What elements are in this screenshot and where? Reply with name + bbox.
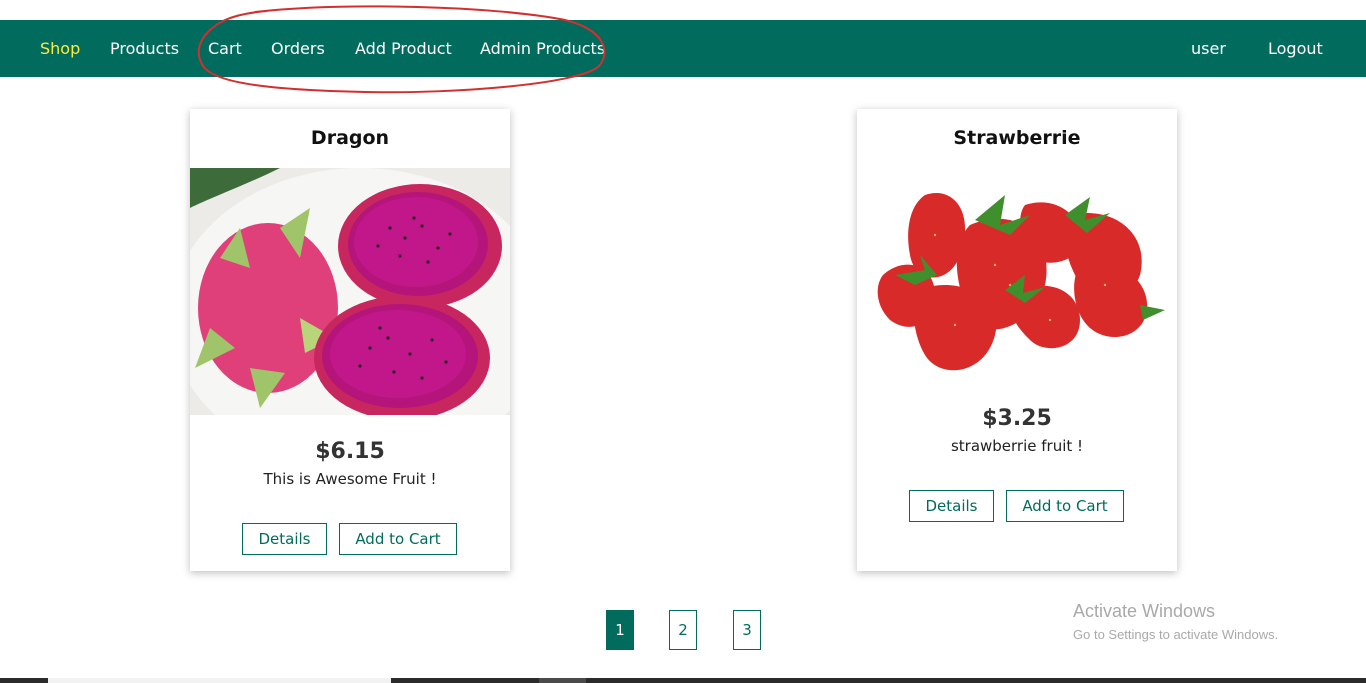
product-card-strawberrie: Strawberrie $3.25 strawberrie fruit ! De… [857,109,1177,571]
product-title: Strawberrie [953,127,1081,149]
product-description: strawberrie fruit ! [950,437,1084,455]
top-strip [0,0,1366,20]
product-price: $6.15 [315,439,385,464]
nav-shop[interactable]: Shop [40,20,80,77]
page-3-button[interactable]: 3 [733,610,761,650]
nav-orders[interactable]: Orders [271,20,325,77]
product-description: This is Awesome Fruit ! [263,470,437,488]
page-1-button[interactable]: 1 [606,610,634,650]
product-card-dragon: Dragon $6.15 This is Awesome Fruit ! Det… [190,109,510,571]
main-navbar: Shop Products Cart Orders Add Product Ad… [0,20,1366,77]
product-title: Dragon [310,127,390,149]
nav-products[interactable]: Products [110,20,179,77]
details-button[interactable]: Details [909,490,994,522]
page-2-button[interactable]: 2 [669,610,697,650]
activation-watermark-title: Activate Windows [1073,601,1216,621]
details-button[interactable]: Details [242,523,327,555]
product-price: $3.25 [982,406,1052,431]
strawberry-image [875,175,1170,381]
nav-add-product[interactable]: Add Product [355,20,452,77]
nav-cart[interactable]: Cart [208,20,242,77]
dragon-fruit-image [190,168,510,415]
taskbar-segment [539,678,586,683]
taskbar-segment [48,678,391,683]
nav-admin-products[interactable]: Admin Products [480,20,605,77]
nav-user[interactable]: user [1191,20,1226,77]
add-to-cart-button[interactable]: Add to Cart [339,523,457,555]
nav-logout[interactable]: Logout [1268,20,1323,77]
activation-watermark-subtitle: Go to Settings to activate Windows. [1073,627,1279,642]
add-to-cart-button[interactable]: Add to Cart [1006,490,1124,522]
